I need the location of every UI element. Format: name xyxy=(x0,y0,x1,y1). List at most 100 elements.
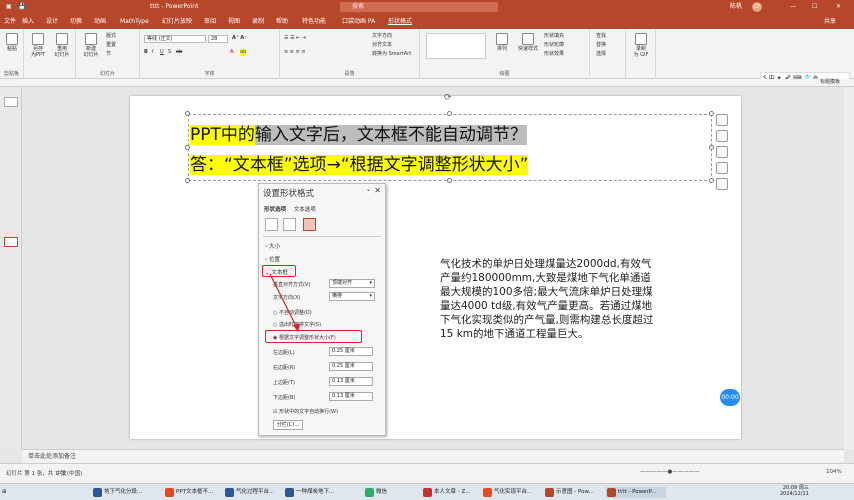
smartart-button[interactable]: 转换为 SmartArt xyxy=(372,51,411,58)
resize-handle[interactable] xyxy=(185,111,190,116)
tab-record[interactable]: 录制 xyxy=(250,17,266,26)
valign-dropdown[interactable]: 顶端对齐 ▾ xyxy=(329,279,375,288)
tab-transitions[interactable]: 切换 xyxy=(68,17,84,26)
text-icon[interactable] xyxy=(716,146,728,158)
tab-file[interactable]: 文件 xyxy=(2,17,18,26)
start-icon[interactable]: ⊞ xyxy=(2,487,14,498)
reset-button[interactable]: 重置 xyxy=(106,42,116,49)
effects-icon[interactable] xyxy=(283,218,296,231)
tab-help[interactable]: 帮助 xyxy=(274,17,290,26)
tab-view[interactable]: 视图 xyxy=(226,17,242,26)
zoom-slider[interactable]: —————●————— xyxy=(640,469,700,475)
resize-handle[interactable] xyxy=(709,145,714,150)
bottom-margin-input[interactable]: 0.13 厘米 xyxy=(329,392,373,401)
tab-features[interactable]: 特色功能 xyxy=(300,17,328,26)
text-direction-dropdown[interactable]: 横排 ▾ xyxy=(329,292,375,301)
quick-styles-button[interactable]: 快速样式 xyxy=(516,33,540,52)
columns-button[interactable]: 分栏(C)... xyxy=(273,420,303,430)
bold-icon[interactable]: B xyxy=(144,49,148,56)
replace-button[interactable]: 替换 xyxy=(596,42,606,49)
close-icon[interactable]: ✕ xyxy=(836,3,841,11)
left-margin-input[interactable]: 0.25 厘米 xyxy=(329,347,373,356)
section-position[interactable]: › 位置 xyxy=(265,255,280,263)
shape-outline-button[interactable]: 形状轮廓 xyxy=(544,42,564,49)
font-name-select[interactable]: 等线 (正文) xyxy=(144,35,206,43)
reuse-slides-button[interactable]: 重用 幻灯片 xyxy=(52,33,72,58)
find-button[interactable]: 查找 xyxy=(596,33,606,40)
timer-bubble[interactable]: 00:00 xyxy=(720,389,740,406)
grow-font-icon[interactable]: A⁺ A⁻ xyxy=(232,35,247,42)
taskbar-item[interactable]: 一种煤炭地下... xyxy=(284,487,340,498)
taskbar-item[interactable]: PPT文本框不... xyxy=(164,487,222,498)
text-direction-button[interactable]: 文字方向 xyxy=(372,33,392,40)
tab-shape-options[interactable]: 形状选项 xyxy=(264,207,286,213)
resize-handle[interactable] xyxy=(709,178,714,183)
new-slide-button[interactable]: 新建 幻灯片 xyxy=(80,33,102,58)
section-button[interactable]: 节 xyxy=(106,51,111,58)
shape-effect-button[interactable]: 形状效果 xyxy=(544,51,564,58)
taskbar-item[interactable]: 气化实现平台... xyxy=(482,487,540,498)
tab-mathtype[interactable]: MathType xyxy=(118,17,151,26)
panel-menu-icon[interactable]: ⌄ xyxy=(366,186,371,193)
font-color-icon[interactable]: A xyxy=(230,49,233,56)
user-name[interactable]: 陈帆 xyxy=(730,3,742,11)
taskbar-item[interactable]: 本人文章 - Z... xyxy=(422,487,480,498)
save-as-button[interactable]: 另存 为PPT xyxy=(28,33,48,58)
bullets-icon[interactable]: ☰ ☰ ⇤ ⇥ xyxy=(284,35,306,42)
paste-button[interactable]: 粘贴 xyxy=(3,33,21,52)
shadow-icon[interactable]: S xyxy=(168,49,171,56)
share-button[interactable]: 共享 xyxy=(822,17,838,26)
shape-fill-button[interactable]: 形状填充 xyxy=(544,33,564,40)
tab-pocket-animation[interactable]: 口袋动画 PA xyxy=(340,17,377,26)
resize-handle[interactable] xyxy=(709,111,714,116)
notes-pane[interactable]: 单击此处添加备注 xyxy=(22,449,844,463)
top-margin-input[interactable]: 0.13 厘米 xyxy=(329,377,373,386)
arrange-button[interactable]: 排列 xyxy=(492,33,512,52)
font-size-select[interactable]: 28 xyxy=(208,35,228,43)
clock[interactable]: 20:09 周三 2024/12/11 xyxy=(780,485,809,497)
checkbox-wrap-text[interactable]: ☑ 形状中的文字自动换行(W) xyxy=(273,408,338,415)
resize-handle[interactable] xyxy=(185,178,190,183)
layout-options-icon[interactable] xyxy=(716,114,728,126)
search-box[interactable]: 搜索 xyxy=(340,2,498,12)
tab-design[interactable]: 设计 xyxy=(44,17,60,26)
align-icons[interactable]: ≡ ≡ ≡ ≡ xyxy=(284,49,306,56)
layout-button[interactable]: 版式 xyxy=(106,33,116,40)
maximize-icon[interactable]: ☐ xyxy=(812,3,817,11)
tab-text-options[interactable]: 文本选项 xyxy=(294,207,316,213)
right-margin-input[interactable]: 0.25 厘米 xyxy=(329,362,373,371)
taskbar-item[interactable]: 微信 xyxy=(364,487,400,498)
panel-close-icon[interactable]: ✕ xyxy=(374,186,381,195)
minimize-icon[interactable]: — xyxy=(790,3,796,11)
slide-thumbnail-current[interactable] xyxy=(4,237,18,247)
tab-slideshow[interactable]: 幻灯片放映 xyxy=(160,17,194,26)
strikethrough-icon[interactable]: ab xyxy=(176,49,182,56)
tab-review[interactable]: 审阅 xyxy=(202,17,218,26)
avatar[interactable]: CF xyxy=(752,2,762,12)
tab-insert[interactable]: 插入 xyxy=(20,17,36,26)
italic-icon[interactable]: I xyxy=(152,49,153,56)
save-icon[interactable]: 💾 xyxy=(18,3,25,11)
resize-handle[interactable] xyxy=(447,111,452,116)
filter-icon[interactable] xyxy=(716,178,728,190)
taskbar-item[interactable]: 示意图 - Pow... xyxy=(544,487,602,498)
fill-line-icon[interactable] xyxy=(265,218,278,231)
right-scrollbar[interactable] xyxy=(844,87,854,449)
tab-animations[interactable]: 动画 xyxy=(92,17,108,26)
shapes-gallery[interactable] xyxy=(426,33,486,59)
taskbar-item[interactable]: 气化过程平台... xyxy=(224,487,280,498)
zoom-level[interactable]: 104% xyxy=(826,469,842,475)
highlight-icon[interactable]: ab xyxy=(240,49,247,56)
taskbar-item[interactable]: 地下气化分段... xyxy=(92,487,156,498)
tab-shape-format[interactable]: 形状格式 xyxy=(386,17,414,26)
pen-icon[interactable] xyxy=(716,162,728,174)
slide-thumbnail[interactable] xyxy=(4,97,18,107)
title-template-label[interactable]: 标题模板 xyxy=(820,79,840,86)
record-gif-button[interactable]: 录制 为 GIF xyxy=(630,33,652,58)
align-text-button[interactable]: 对齐文本 xyxy=(372,42,392,49)
resize-handle[interactable] xyxy=(447,178,452,183)
language-indicator[interactable]: 中文(中国) xyxy=(56,469,82,477)
size-properties-icon[interactable] xyxy=(303,218,316,231)
section-size[interactable]: › 大小 xyxy=(265,242,280,250)
select-button[interactable]: 选择 xyxy=(596,51,606,58)
